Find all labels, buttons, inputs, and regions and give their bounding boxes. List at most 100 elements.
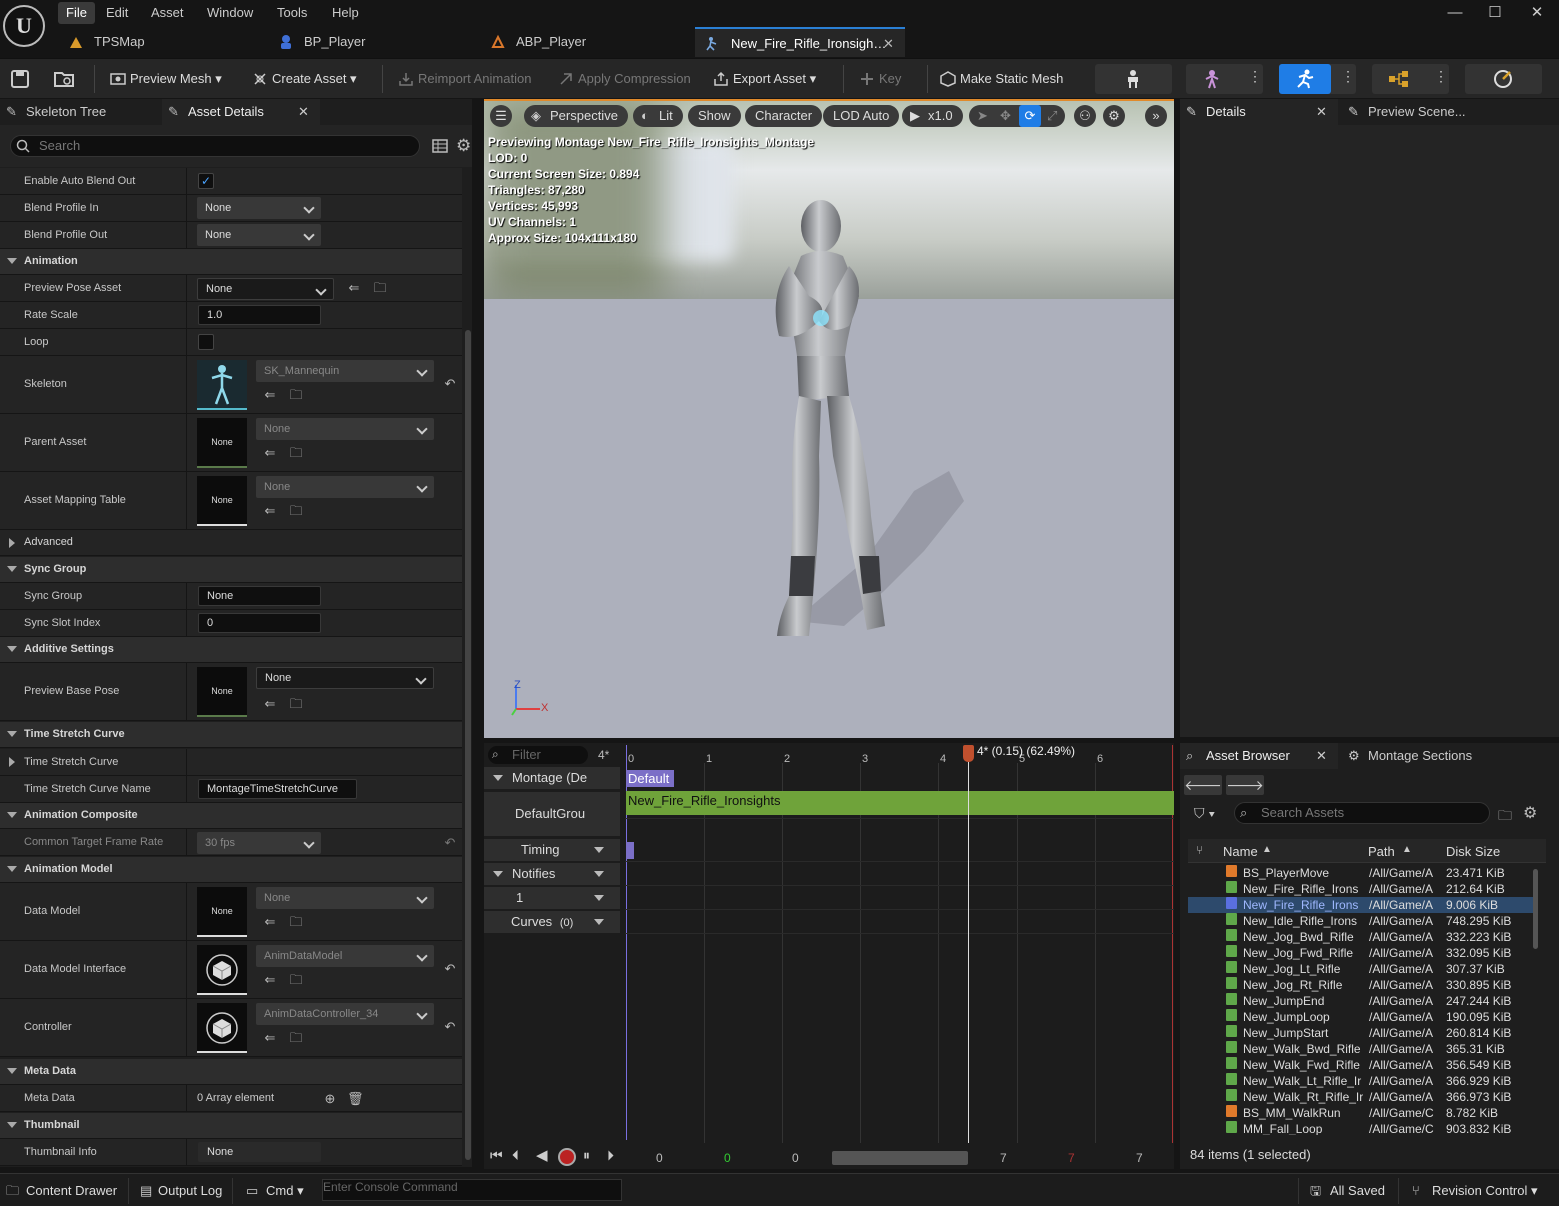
asset-row[interactable]: BS_MM_WalkRun/All/Game/C 8.782 KiB — [1188, 1105, 1538, 1121]
asset-row[interactable]: New_JumpStart/All/Game/A 260.814 KiB — [1188, 1025, 1538, 1041]
translate-icon[interactable]: ✥ — [1000, 105, 1011, 127]
forward-arrow-icon[interactable]: 🡒 — [1226, 775, 1264, 795]
category-animation[interactable]: Animation — [0, 249, 462, 275]
skeleton-dropdown[interactable]: SK_Mannequin — [256, 360, 434, 382]
menu-file[interactable]: File — [58, 2, 95, 24]
menu-help[interactable]: Help — [324, 2, 367, 24]
controller-dropdown[interactable]: AnimDataController_34 — [256, 1003, 434, 1025]
output-log-button[interactable]: ▤ Output Log — [140, 1182, 222, 1200]
curves-track[interactable]: Curves (0) — [484, 911, 620, 933]
scale-icon[interactable]: ⤢ — [1047, 105, 1057, 127]
blend-profile-in-dropdown[interactable]: None — [197, 197, 321, 219]
asset-row[interactable]: New_Jog_Rt_Rifle/All/Game/A 330.895 KiB — [1188, 977, 1538, 993]
maximize-icon[interactable]: ☐ — [1475, 0, 1515, 26]
cmd-button[interactable]: ▭ Cmd ▾ — [246, 1182, 304, 1200]
details-search-input[interactable]: Search — [10, 135, 420, 157]
parent-asset-dropdown[interactable]: None — [256, 418, 434, 440]
use-selected-icon[interactable]: ⇐ — [262, 914, 278, 930]
section-default[interactable]: Default — [626, 770, 674, 787]
tab-bp-player[interactable]: BP_Player — [268, 27, 473, 57]
time-ruler[interactable]: 0 1 2 3 4 5 6 — [626, 743, 1174, 767]
menu-edit[interactable]: Edit — [98, 2, 136, 24]
filter-icon[interactable]: ⛉ ▾ — [1194, 805, 1215, 822]
thumbnail-info-field[interactable]: None — [198, 1142, 321, 1162]
export-asset-button[interactable]: Export Asset ▾ — [711, 67, 829, 91]
key-button[interactable]: Key — [857, 67, 917, 91]
time-stretch-curve-name-input[interactable]: MontageTimeStretchCurve — [198, 779, 357, 799]
blend-profile-out-dropdown[interactable]: None — [197, 224, 321, 246]
playhead-handle[interactable] — [963, 745, 974, 762]
reset-icon[interactable]: ↶ — [442, 835, 458, 851]
timing-marker[interactable] — [626, 842, 634, 859]
use-selected-icon[interactable]: ⇐ — [262, 1030, 278, 1046]
details-scrollbar[interactable] — [465, 330, 471, 1160]
asset-row[interactable]: New_Walk_Lt_Rifle_Ir/All/Game/A 366.929 K… — [1188, 1073, 1538, 1089]
asset-row[interactable]: New_Jog_Lt_Rifle/All/Game/A 307.37 KiB — [1188, 961, 1538, 977]
data-model-interface-thumbnail[interactable] — [197, 945, 247, 995]
asset-list-scrollbar[interactable] — [1533, 869, 1538, 949]
sync-group-input[interactable]: None — [198, 586, 321, 606]
minimize-icon[interactable]: — — [1435, 0, 1475, 26]
close-window-icon[interactable]: ✕ — [1517, 0, 1557, 26]
category-additive-settings[interactable]: Additive Settings — [0, 637, 462, 663]
reset-icon[interactable]: ↶ — [442, 1019, 458, 1035]
back-arrow-icon[interactable]: 🡐 — [1184, 775, 1222, 795]
category-meta-data[interactable]: Meta Data — [0, 1059, 462, 1085]
column-disk-size[interactable]: Disk Size — [1446, 844, 1500, 859]
rotate-icon[interactable]: ⟳ — [1019, 105, 1041, 127]
category-thumbnail[interactable]: Thumbnail — [0, 1113, 462, 1139]
apply-compression-button[interactable]: Apply Compression — [556, 67, 701, 91]
use-selected-icon[interactable]: ⇐ — [262, 972, 278, 988]
sync-slot-index-input[interactable]: 0 — [198, 613, 321, 633]
category-advanced[interactable]: Advanced — [0, 530, 462, 556]
console-command-input[interactable]: Enter Console Command — [322, 1179, 622, 1201]
browse-icon[interactable] — [53, 69, 75, 89]
parent-asset-thumbnail[interactable]: None — [197, 418, 247, 468]
browse-asset-icon[interactable]: 🗀 — [288, 696, 304, 712]
create-asset-button[interactable]: Create Asset ▾ — [250, 67, 368, 91]
tab-details[interactable]: ✎ Details ✕ — [1180, 99, 1338, 125]
lit-button[interactable]: ◐ Lit — [633, 105, 683, 127]
notify-track-1[interactable]: 1 — [484, 887, 620, 909]
close-icon[interactable]: ✕ — [298, 99, 309, 125]
category-sync-group[interactable]: Sync Group — [0, 557, 462, 583]
gear-icon[interactable]: ⚙ — [1523, 803, 1537, 823]
folder-icon[interactable]: 🗀 — [1498, 805, 1512, 829]
close-icon[interactable]: ✕ — [1316, 99, 1327, 125]
browse-asset-icon[interactable]: 🗀 — [288, 387, 304, 403]
tab-preview-scene[interactable]: ✎ Preview Scene... — [1342, 99, 1502, 125]
make-static-mesh-button[interactable]: Make Static Mesh — [938, 67, 1078, 91]
mesh-mode-button[interactable]: ⋮ — [1186, 64, 1263, 94]
asset-row[interactable]: New_Walk_Fwd_Rifle/All/Game/A 356.549 KiB — [1188, 1057, 1538, 1073]
asset-row[interactable]: New_Jog_Fwd_Rifle/All/Game/A 332.095 KiB — [1188, 945, 1538, 961]
menu-asset[interactable]: Asset — [143, 2, 192, 24]
preview-mesh-button[interactable]: Preview Mesh ▾ — [108, 67, 233, 91]
tab-montage-sections[interactable]: ⚙ Montage Sections — [1342, 743, 1502, 769]
step-back-icon[interactable]: ⏴ — [512, 1147, 519, 1164]
skeleton-thumbnail[interactable] — [197, 360, 247, 410]
use-selected-icon[interactable]: ⇐ — [262, 503, 278, 519]
tab-tpsmap[interactable]: TPSMap — [58, 27, 263, 57]
viewport-menu-icon[interactable]: ☰ — [490, 105, 512, 127]
branch-icon[interactable]: ⑂ — [1196, 843, 1203, 857]
search-assets-input[interactable]: Search Assets — [1234, 802, 1490, 824]
physics-mode-button[interactable] — [1465, 64, 1542, 94]
show-button[interactable]: Show — [688, 105, 741, 127]
browse-asset-icon[interactable]: 🗀 — [288, 1030, 304, 1046]
tab-new-fire-rifle-ironsights[interactable]: New_Fire_Rifle_Ironsigh… ✕ — [695, 27, 905, 57]
character-button[interactable]: Character — [745, 105, 823, 127]
gear-icon[interactable]: ⚙ — [456, 136, 471, 156]
timing-track[interactable]: Timing — [484, 839, 620, 861]
step-forward-icon[interactable]: ⏵ — [607, 1147, 614, 1164]
select-icon[interactable]: ➤ — [977, 105, 988, 127]
skip-to-start-icon[interactable]: ⏮ — [490, 1147, 503, 1164]
asset-mapping-table-dropdown[interactable]: None — [256, 476, 434, 498]
montage-slot-track[interactable]: Montage (De — [484, 767, 620, 789]
tab-abp-player[interactable]: ABP_Player — [480, 27, 690, 57]
asset-row[interactable]: New_Fire_Rifle_Irons/All/Game/A 212.64 Ki… — [1188, 881, 1538, 897]
category-animation-model[interactable]: Animation Model — [0, 857, 462, 883]
anim-segment[interactable]: New_Fire_Rifle_Ironsights — [626, 791, 1174, 815]
browse-asset-icon[interactable]: 🗀 — [288, 972, 304, 988]
asset-row[interactable]: New_Walk_Rt_Rifle_Ir/All/Game/A 366.973 K… — [1188, 1089, 1538, 1105]
asset-row[interactable]: BS_PlayerMove/All/Game/A 23.471 KiB — [1188, 865, 1538, 881]
